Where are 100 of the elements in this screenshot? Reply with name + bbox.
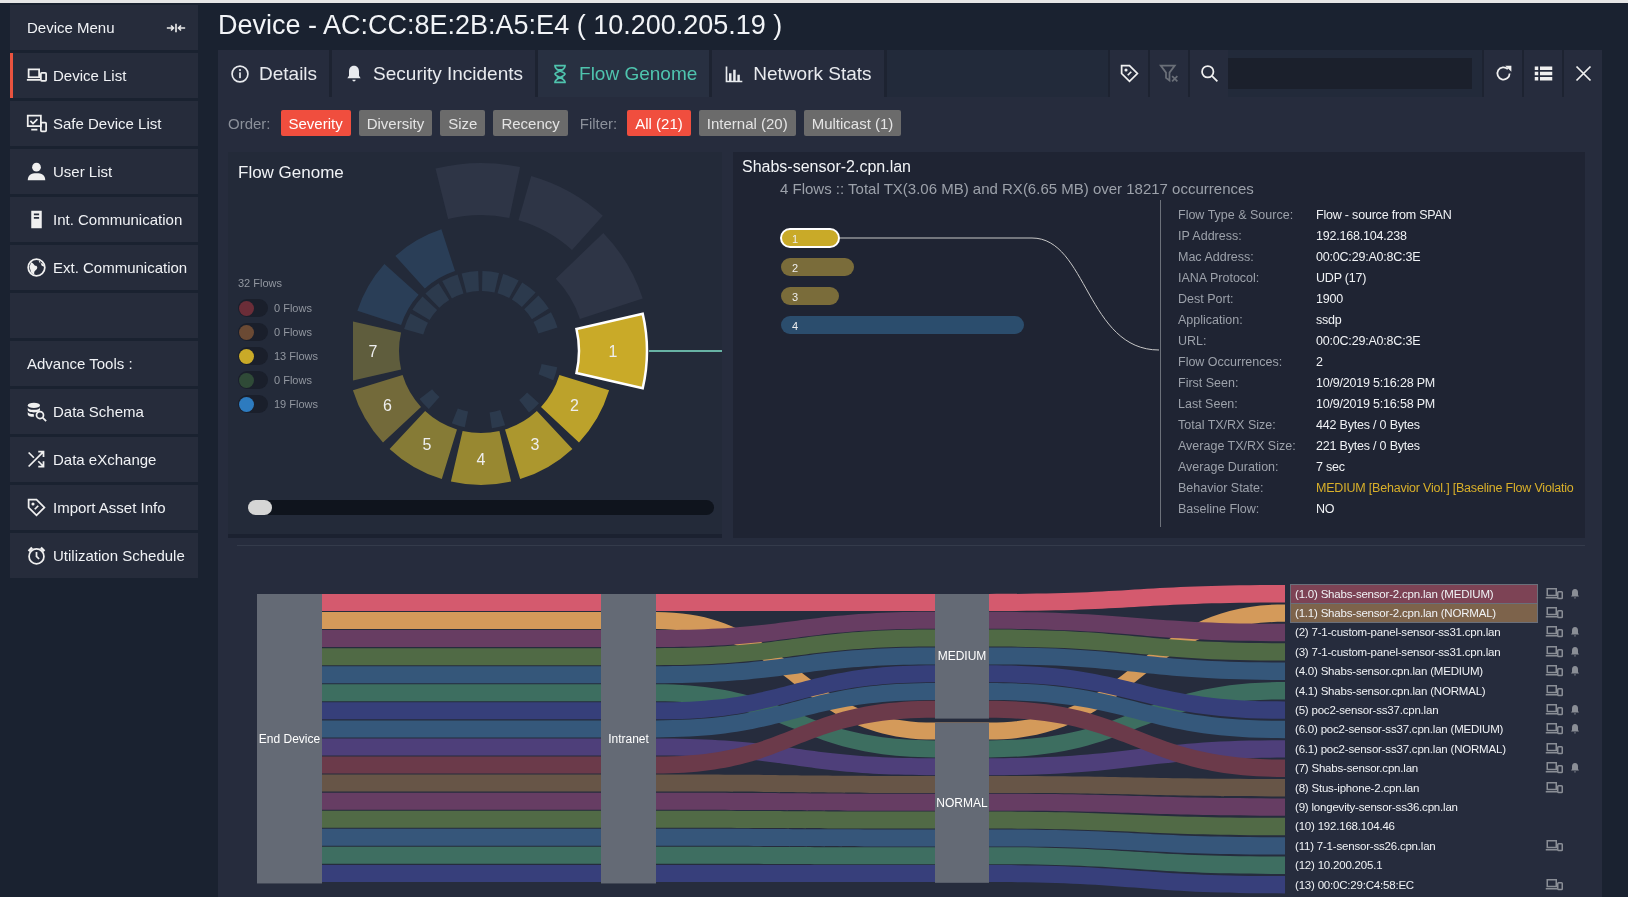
node-label: Intranet [608,731,649,746]
field-label: Flow Occurrences: [1178,354,1284,369]
order-option[interactable]: Size [440,110,486,136]
flow-summary: 4 Flows :: Total TX(3.06 MB) and RX(6.65 MB) over 18217 occurrences [779,180,1255,199]
tab[interactable]: Flow Genome [538,50,713,97]
device-label[interactable]: (9) longevity-sensor-ss36.cpn.lan [1291,798,1537,816]
sidebar-title: Device Menu [27,19,115,36]
faded-segment [419,389,440,409]
node-label: MEDIUM [937,649,987,664]
field-label: Average TX/RX Size: [1178,438,1297,453]
device-label[interactable]: (3) 7-1-custom-panel-sensor-ss31.cpn.lan [1291,642,1537,661]
field-label: Last Seen: [1178,396,1239,411]
tab[interactable]: Details [218,50,333,97]
tab[interactable]: Network Stats [712,50,887,97]
flow-count: 32 Flows [238,277,284,289]
node-label: End Device [258,731,321,746]
tag-icon [1118,63,1140,84]
field-value: 7 sec [1316,459,1345,474]
bell-icon[interactable] [1569,645,1581,658]
device-name: Shabs-sensor-2.cpn.lan [742,158,912,177]
field-value: UDP (17) [1316,270,1367,285]
field-label: Total TX/RX Size: [1178,417,1277,432]
flow-bar[interactable]: 4 [781,316,1024,334]
field-label: Application: [1178,312,1244,327]
sidebar-item[interactable]: Data eXchange [10,437,198,482]
device-label[interactable]: (4.0) Shabs-sensor.cpn.lan (MEDIUM) [1291,662,1537,681]
device-label[interactable]: (6.0) poc2-sensor-ss37.cpn.lan (MEDIUM) [1291,720,1537,739]
sidebar-item[interactable]: Int. Communication [10,197,198,242]
legend-toggle[interactable] [238,323,268,341]
field-label: URL: [1178,333,1208,348]
panel-title: Flow Genome [238,162,343,183]
field-label: IANA Protocol: [1178,270,1261,285]
list-view-button[interactable] [1522,50,1562,97]
globe-icon [26,257,47,278]
device-label[interactable]: (4.1) Shabs-sensor.cpn.lan (NORMAL) [1291,681,1537,700]
field-label: Baseline Flow: [1178,501,1261,516]
slider-track[interactable] [248,500,714,515]
tag-icon [26,497,47,518]
device-label[interactable]: (5) poc2-sensor-ss37.cpn.lan [1291,701,1537,720]
field-value: 1900 [1316,291,1343,306]
field-label: First Seen: [1178,375,1240,390]
device-label[interactable]: (11) 7-1-sensor-ss26.cpn.lan [1291,836,1537,855]
database-search-icon [26,401,47,422]
legend-toggle[interactable] [238,299,268,317]
device-label[interactable]: (2) 7-1-custom-panel-sensor-ss31.cpn.lan [1291,623,1537,642]
order-option[interactable]: Severity [280,110,351,136]
field-value: 2 [1316,354,1323,369]
device-label[interactable]: (10) 192.168.104.46 [1291,817,1537,836]
donut-segment[interactable]: 5 [389,411,457,480]
sidebar-item[interactable]: Ext. Communication [10,245,198,290]
device-label[interactable]: (12) 10.200.205.1 [1291,856,1537,875]
donut-segment[interactable]: 6 [353,375,421,443]
faded-segment [538,363,558,381]
bell-icon[interactable] [1569,587,1581,600]
section-heading: Advance Tools : [10,341,198,386]
filter-option[interactable]: Multicast (1) [803,110,902,136]
monitor-check-icon [26,113,47,134]
sidebar-item[interactable]: Device List [10,53,198,98]
field-value: MEDIUM [Behavior Viol.] [Baseline Flow Violatio [1316,480,1574,495]
tab[interactable]: Security Incidents [332,50,539,97]
device-label[interactable]: (7) Shabs-sensor.cpn.lan [1291,759,1537,778]
sidebar-item[interactable]: Safe Device List [10,101,198,146]
field-label: IP Address: [1178,228,1243,243]
slider-thumb[interactable] [248,500,272,515]
sidebar-item[interactable]: User List [10,149,198,194]
field-value: 00:0C:29:A0:8C:3E [1316,249,1421,264]
legend-toggle[interactable] [238,347,268,365]
field-value: 221 Bytes / 0 Bytes [1316,438,1420,453]
field-label: Dest Port: [1178,291,1235,306]
flow-bar[interactable]: 2 [781,258,854,276]
legend-toggle[interactable] [238,395,268,413]
legend-label: 19 Flows [274,398,319,410]
field-value: 192.168.104.238 [1316,228,1407,243]
filter-option[interactable]: All (21) [627,110,691,136]
flow-bar[interactable]: 3 [781,287,839,305]
order-option[interactable]: Diversity [358,110,433,136]
order-option[interactable]: Recency [493,110,568,136]
sidebar-item[interactable]: Utilization Schedule [10,533,198,578]
order-label: Order: [228,114,271,132]
legend-label: 0 Flows [274,302,312,314]
donut-segment[interactable]: 7 [353,320,402,382]
info-icon [230,63,250,84]
close-button[interactable] [1562,50,1602,97]
field-label: Flow Type & Source: [1178,207,1295,222]
device-label[interactable]: (6.1) poc2-sensor-ss37.cpn.lan (NORMAL) [1291,739,1537,758]
refresh-button[interactable] [1482,50,1522,97]
sidebar-item[interactable]: Import Asset Info [10,485,198,530]
tag-button[interactable] [1108,50,1148,97]
page-title: Device - AC:CC:8E:2B:A5:E4 ( 10.200.205.19 ) [218,9,784,42]
device-label[interactable]: (13) 00:0C:29:C4:58:EC [1291,875,1537,894]
device-label[interactable]: (8) Stus-iphone-2.cpn.lan [1291,778,1537,797]
legend-toggle[interactable] [238,371,268,389]
filter-option[interactable]: Internal (20) [698,110,796,136]
field-value: 10/9/2019 5:16:58 PM [1316,396,1435,411]
device-label[interactable]: (1.0) Shabs-sensor-2.cpn.lan (MEDIUM) [1291,584,1537,603]
faded-segment [451,408,469,428]
device-label[interactable]: (1.1) Shabs-sensor-2.cpn.lan (NORMAL) [1291,604,1537,623]
sidebar-item[interactable]: Data Schema [10,389,198,434]
search-button[interactable] [1188,50,1228,97]
field-value: 00:0C:29:A0:8C:3E [1316,333,1421,348]
